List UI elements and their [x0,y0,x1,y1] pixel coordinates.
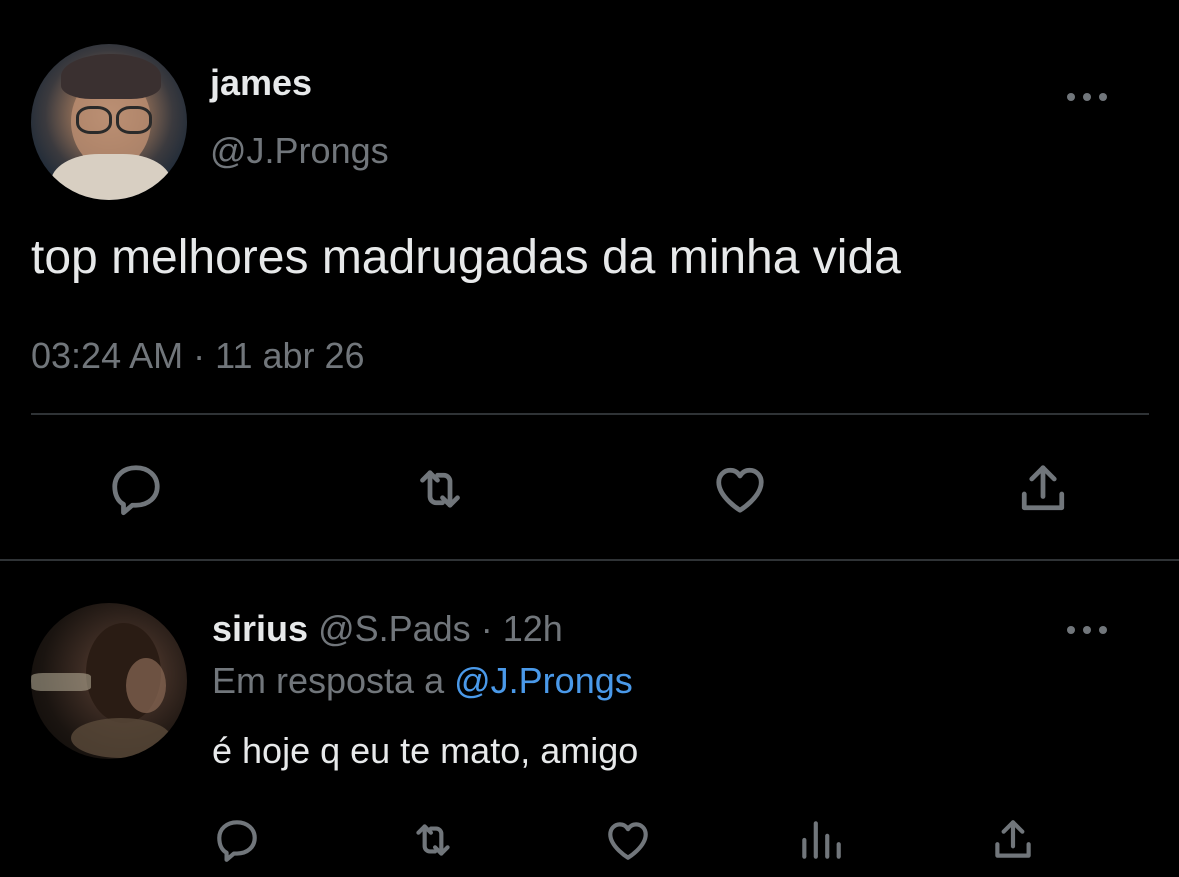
reply-icon[interactable] [212,815,262,865]
divider [0,559,1179,561]
divider [31,413,1149,415]
reply-to-mention[interactable]: @J.Prongs [454,660,633,701]
reply-text: é hoje q eu te mato, amigo [212,730,639,771]
author-handle[interactable]: @J.Prongs [210,130,389,172]
retweet-icon[interactable] [410,459,470,519]
tweet-text: top melhores madrugadas da minha vida [31,231,901,284]
share-icon[interactable] [988,815,1038,865]
analytics-icon[interactable] [796,815,846,865]
reply-author-name[interactable]: sirius [212,608,308,649]
like-icon[interactable] [710,459,770,519]
share-icon[interactable] [1013,459,1073,519]
more-options-icon[interactable] [1067,91,1107,103]
reply-icon[interactable] [106,459,166,519]
author-name[interactable]: james [210,62,312,104]
like-icon[interactable] [603,815,653,865]
reply-header: sirius @S.Pads · 12h [212,608,563,650]
reply-context: Em resposta a @J.Prongs [212,660,633,702]
reply-context-label: Em resposta a [212,660,445,701]
separator-dot: · [480,608,493,649]
reply-time: 12h [502,608,563,649]
tweet-timestamp: 03:24 AM · 11 abr 26 [31,335,365,376]
retweet-icon[interactable] [408,815,458,865]
reply-author-avatar[interactable] [31,603,187,759]
reply-author-handle[interactable]: @S.Pads [318,608,471,649]
author-avatar[interactable] [31,44,187,200]
more-options-icon[interactable] [1067,624,1107,636]
